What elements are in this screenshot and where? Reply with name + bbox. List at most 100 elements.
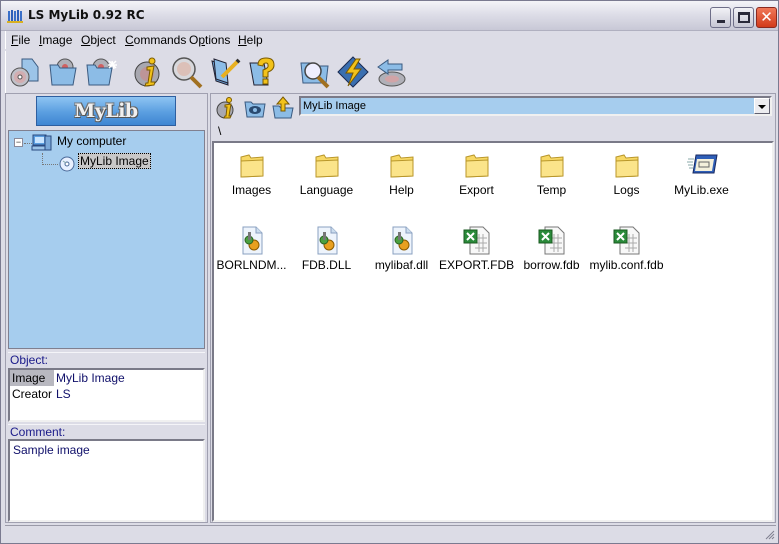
comment-header: Comment: bbox=[8, 424, 205, 439]
file-name: Logs bbox=[613, 183, 640, 197]
mylib-logo: MyLib bbox=[74, 100, 138, 122]
file-item[interactable]: mylibaf.dll bbox=[364, 220, 439, 290]
exe-icon bbox=[686, 149, 718, 181]
file-item[interactable]: mylib.conf.fdb bbox=[589, 220, 664, 290]
menu-commands[interactable]: Commands bbox=[125, 33, 186, 47]
menu-help[interactable]: Help bbox=[238, 33, 263, 47]
file-name: Images bbox=[231, 183, 272, 197]
tree-line bbox=[42, 164, 58, 165]
sheet-icon bbox=[461, 224, 493, 256]
info-disc-icon bbox=[216, 97, 234, 119]
file-name: BORLNDM... bbox=[216, 258, 287, 272]
tree-collapse-toggle[interactable]: − bbox=[14, 138, 23, 147]
file-item[interactable]: Export bbox=[439, 145, 514, 215]
dll-icon bbox=[386, 224, 418, 256]
title-bar[interactable]: LS MyLib 0.92 RC ✕ bbox=[1, 1, 778, 31]
maximize-button[interactable] bbox=[733, 7, 754, 28]
view-button[interactable] bbox=[243, 96, 267, 120]
sheet-icon bbox=[536, 224, 568, 256]
right-panel: MyLib Image \ Images Language Help Export Te… bbox=[210, 93, 776, 523]
help-documents-icon bbox=[249, 57, 275, 86]
disc-icon bbox=[59, 156, 75, 172]
folder-icon bbox=[311, 149, 343, 181]
new-folder-button[interactable] bbox=[84, 55, 118, 89]
app-window: LS MyLib 0.92 RC ✕ File Image Object Com… bbox=[0, 0, 779, 544]
new-folder-sparkle-icon bbox=[86, 58, 117, 86]
property-key: Creator bbox=[12, 387, 53, 401]
file-item[interactable]: EXPORT.FDB bbox=[439, 220, 514, 290]
folder-icon bbox=[536, 149, 568, 181]
info-disc-icon bbox=[134, 57, 160, 87]
help-button[interactable] bbox=[246, 55, 280, 89]
view-eye-folder-icon bbox=[244, 101, 266, 118]
open-image-button[interactable] bbox=[46, 55, 80, 89]
search-folder-icon bbox=[300, 62, 330, 89]
menu-image[interactable]: Image bbox=[39, 33, 72, 47]
comment-box[interactable]: Sample image bbox=[8, 439, 205, 522]
edit-button[interactable] bbox=[208, 55, 242, 89]
folder-icon bbox=[461, 149, 493, 181]
search-image-button[interactable] bbox=[170, 55, 204, 89]
file-item[interactable]: FDB.DLL bbox=[289, 220, 364, 290]
close-button[interactable]: ✕ bbox=[756, 7, 777, 28]
file-name: Temp bbox=[536, 183, 567, 197]
info-button[interactable] bbox=[132, 55, 166, 89]
chevron-down-icon[interactable] bbox=[754, 98, 770, 114]
file-item[interactable]: Images bbox=[214, 145, 289, 215]
file-view: Images Language Help Export Temp Logs MyLib.ex… bbox=[212, 141, 774, 522]
file-name: Export bbox=[459, 183, 494, 197]
property-row[interactable]: Image MyLib Image bbox=[10, 370, 203, 386]
folder-icon bbox=[611, 149, 643, 181]
file-item[interactable]: Help bbox=[364, 145, 439, 215]
property-value: LS bbox=[56, 387, 71, 401]
image-info-button[interactable] bbox=[215, 96, 239, 120]
eject-button[interactable] bbox=[374, 55, 408, 89]
file-item[interactable]: Logs bbox=[589, 145, 664, 215]
maximize-icon bbox=[738, 12, 750, 23]
menu-file[interactable]: File bbox=[11, 33, 30, 47]
minimize-button[interactable] bbox=[710, 7, 731, 28]
new-image-disc-icon bbox=[10, 58, 39, 87]
tree-item-my-computer[interactable]: My computer bbox=[57, 134, 126, 148]
file-item[interactable]: BORLNDM... bbox=[214, 220, 289, 290]
minimize-icon bbox=[717, 20, 725, 23]
path-combo-value: MyLib Image bbox=[303, 100, 366, 112]
eject-disc-icon bbox=[377, 59, 406, 87]
file-name: mylibaf.dll bbox=[374, 258, 429, 272]
file-name: Language bbox=[299, 183, 354, 197]
path-combo[interactable]: MyLib Image bbox=[299, 96, 772, 116]
object-header: Object: bbox=[8, 352, 205, 367]
property-row[interactable]: Creator LS bbox=[10, 386, 203, 402]
tree-item-mylib-image[interactable]: MyLib Image bbox=[78, 153, 151, 169]
file-item[interactable]: borrow.fdb bbox=[514, 220, 589, 290]
file-name: FDB.DLL bbox=[301, 258, 352, 272]
edit-documents-icon bbox=[211, 58, 241, 86]
folder-up-button[interactable] bbox=[271, 96, 295, 120]
search-folder-button[interactable] bbox=[298, 55, 332, 89]
library-tree[interactable]: − My computer MyLib Image bbox=[8, 130, 205, 349]
resize-grip-icon[interactable] bbox=[763, 528, 775, 540]
close-icon: ✕ bbox=[760, 8, 773, 26]
window-title: LS MyLib 0.92 RC bbox=[28, 8, 145, 22]
file-item[interactable]: Temp bbox=[514, 145, 589, 215]
dll-icon bbox=[236, 224, 268, 256]
status-bar bbox=[5, 525, 776, 541]
mylib-banner: MyLib bbox=[36, 96, 176, 126]
file-item[interactable]: Language bbox=[289, 145, 364, 215]
file-name: EXPORT.FDB bbox=[439, 258, 514, 272]
run-button[interactable] bbox=[336, 55, 370, 89]
menu-options[interactable]: Options bbox=[189, 33, 230, 47]
search-disc-icon bbox=[172, 57, 203, 89]
toolbar bbox=[5, 51, 776, 93]
file-item[interactable]: MyLib.exe bbox=[664, 145, 739, 215]
current-path: \ bbox=[218, 124, 222, 138]
folder-icon bbox=[236, 149, 268, 181]
new-image-button[interactable] bbox=[8, 55, 42, 89]
lightning-icon bbox=[337, 56, 369, 88]
folder-up-icon bbox=[272, 96, 294, 119]
menu-bar: File Image Object Commands Options Help bbox=[5, 31, 776, 49]
sheet-icon bbox=[611, 224, 643, 256]
left-panel: MyLib − My computer MyLib Image Object: bbox=[5, 93, 208, 523]
menu-object[interactable]: Object bbox=[81, 33, 116, 47]
open-image-folder-icon bbox=[49, 58, 77, 86]
